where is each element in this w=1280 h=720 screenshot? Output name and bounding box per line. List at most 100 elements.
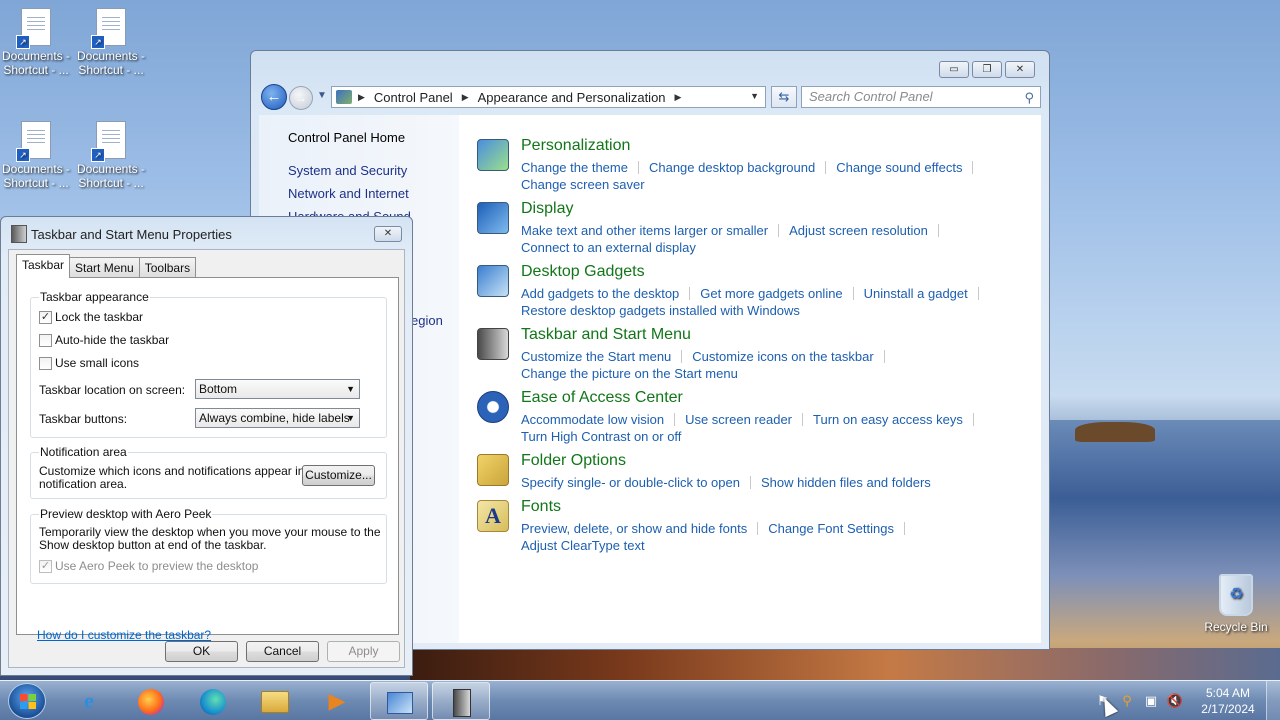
buttons-label: Taskbar buttons: <box>39 412 128 426</box>
auto-hide-checkbox[interactable]: Auto-hide the taskbar <box>39 333 169 347</box>
nav-system-and-security[interactable]: System and Security <box>288 163 407 178</box>
search-icon[interactable]: ⚲ <box>1024 88 1034 108</box>
link-add-gadgets[interactable]: Add gadgets to the desktop <box>521 286 679 301</box>
taskbar-buttons-select[interactable]: Always combine, hide labels ▼ <box>195 408 360 428</box>
category-title[interactable]: Personalization <box>521 137 630 155</box>
breadcrumb-chevron-icon[interactable]: ▶ <box>675 92 682 103</box>
link-change-start-picture[interactable]: Change the picture on the Start menu <box>521 366 738 381</box>
taskbar-location-select[interactable]: Bottom ▼ <box>195 379 360 399</box>
link-change-sound-effects[interactable]: Change sound effects <box>836 160 962 175</box>
link-change-theme[interactable]: Change the theme <box>521 160 628 175</box>
display-icon <box>477 202 509 234</box>
breadcrumb-chevron-icon[interactable]: ▶ <box>462 92 469 103</box>
taskbar-properties-window[interactable] <box>432 682 490 720</box>
back-button[interactable]: ← <box>261 84 287 110</box>
chevron-down-icon: ▼ <box>346 413 355 423</box>
dialog-close-button[interactable]: ✕ <box>374 226 402 242</box>
category-title[interactable]: Taskbar and Start Menu <box>521 326 691 344</box>
desktop-icon-documents-3[interactable]: ↗ Documents - Shortcut - ... <box>0 121 72 190</box>
taskbar-properties-icon <box>11 225 27 243</box>
apply-button[interactable]: Apply <box>327 641 400 662</box>
aero-peek-checkbox[interactable]: ✓ Use Aero Peek to preview the desktop <box>39 559 258 573</box>
link-customize-taskbar-icons[interactable]: Customize icons on the taskbar <box>692 349 873 364</box>
start-button[interactable] <box>8 683 46 719</box>
minimize-button[interactable]: ▭ <box>939 61 969 78</box>
cancel-button[interactable]: Cancel <box>246 641 319 662</box>
aero-peek-group: Preview desktop with Aero Peek Temporari… <box>30 507 387 584</box>
desktop-icon-documents-4[interactable]: ↗ Documents - Shortcut - ... <box>75 121 147 190</box>
ok-button[interactable]: OK <box>165 641 238 662</box>
close-button[interactable]: ✕ <box>1005 61 1035 78</box>
checkbox-label: Lock the taskbar <box>55 310 144 324</box>
tab-taskbar[interactable]: Taskbar <box>16 254 71 278</box>
nav-control-panel-home[interactable]: Control Panel Home <box>288 130 405 145</box>
refresh-button[interactable]: ⇆ <box>771 86 797 108</box>
maximize-button[interactable]: ❐ <box>972 61 1002 78</box>
link-restore-gadgets[interactable]: Restore desktop gadgets installed with W… <box>521 303 800 318</box>
chevron-down-icon: ▼ <box>346 384 355 394</box>
nav-region-partial[interactable]: egion <box>411 313 443 328</box>
breadcrumb-appearance[interactable]: Appearance and Personalization <box>478 90 666 105</box>
category-title[interactable]: Fonts <box>521 498 561 516</box>
taskbar-firefox[interactable] <box>122 682 180 720</box>
link-low-vision[interactable]: Accommodate low vision <box>521 412 664 427</box>
taskbar-control-panel[interactable] <box>370 682 428 720</box>
tab-start-menu[interactable]: Start Menu <box>69 257 140 278</box>
show-desktop-button[interactable] <box>1266 681 1280 720</box>
breadcrumb-control-panel[interactable]: Control Panel <box>374 90 453 105</box>
link-easy-access-keys[interactable]: Turn on easy access keys <box>813 412 963 427</box>
taskbar-edge[interactable] <box>184 682 242 720</box>
link-change-font-settings[interactable]: Change Font Settings <box>768 521 894 536</box>
media-player-icon: ▶ <box>328 688 346 713</box>
link-change-desktop-background[interactable]: Change desktop background <box>649 160 815 175</box>
taskbar-properties-icon <box>447 687 477 718</box>
category-title[interactable]: Display <box>521 200 573 218</box>
link-change-screen-saver[interactable]: Change screen saver <box>521 177 645 192</box>
category-title[interactable]: Folder Options <box>521 452 626 470</box>
link-adjust-cleartype[interactable]: Adjust ClearType text <box>521 538 645 553</box>
taskbar-file-explorer[interactable] <box>246 682 304 720</box>
ease-of-access-icon <box>477 391 509 423</box>
help-link[interactable]: How do I customize the taskbar? <box>37 628 211 642</box>
clock-time: 5:04 AM <box>1205 686 1251 700</box>
desktop-icon-recycle-bin[interactable]: Recycle Bin <box>1200 574 1272 634</box>
nav-network-and-internet[interactable]: Network and Internet <box>288 186 409 201</box>
category-list: Personalization Change the theme Change d… <box>459 115 1041 643</box>
link-connect-external-display[interactable]: Connect to an external display <box>521 240 696 255</box>
link-preview-fonts[interactable]: Preview, delete, or show and hide fonts <box>521 521 747 536</box>
dialog-content: Taskbar Start Menu Toolbars Taskbar appe… <box>8 249 405 668</box>
desktop-icon-documents-1[interactable]: ↗ Documents - Shortcut - ... <box>0 8 72 77</box>
category-title[interactable]: Ease of Access Center <box>521 389 683 407</box>
network-icon[interactable]: ▣ <box>1142 692 1160 710</box>
customize-button[interactable]: Customize... <box>302 465 375 486</box>
category-links: Customize the Start menu Customize icons … <box>521 348 1021 382</box>
link-screen-reader[interactable]: Use screen reader <box>685 412 792 427</box>
desktop-icon-label: Documents - Shortcut - ... <box>76 49 146 77</box>
volume-muted-icon[interactable]: 🔇 <box>1166 692 1184 710</box>
address-bar[interactable]: ▶ Control Panel ▶ Appearance and Persona… <box>331 86 766 108</box>
link-uninstall-gadget[interactable]: Uninstall a gadget <box>864 286 968 301</box>
link-adjust-screen-resolution[interactable]: Adjust screen resolution <box>789 223 928 238</box>
taskbar-internet-explorer[interactable]: e <box>60 682 118 720</box>
link-customize-start-menu[interactable]: Customize the Start menu <box>521 349 671 364</box>
recycle-bin-icon <box>1219 574 1253 616</box>
recent-pages-dropdown[interactable]: ▼ <box>317 90 327 101</box>
link-get-more-gadgets[interactable]: Get more gadgets online <box>700 286 842 301</box>
small-icons-checkbox[interactable]: Use small icons <box>39 356 139 370</box>
category-links: Preview, delete, or show and hide fonts C… <box>521 520 1021 554</box>
search-input[interactable]: Search Control Panel ⚲ <box>801 86 1041 108</box>
address-dropdown-icon[interactable]: ▼ <box>750 91 759 101</box>
link-make-text-larger[interactable]: Make text and other items larger or smal… <box>521 223 768 238</box>
breadcrumb-chevron-icon[interactable]: ▶ <box>358 92 365 103</box>
system-clock[interactable]: 5:04 AM 2/17/2024 <box>1196 685 1260 717</box>
desktop-icon-documents-2[interactable]: ↗ Documents - Shortcut - ... <box>75 8 147 77</box>
lock-taskbar-checkbox[interactable]: ✓ Lock the taskbar <box>39 310 143 324</box>
link-single-double-click[interactable]: Specify single- or double-click to open <box>521 475 740 490</box>
link-high-contrast[interactable]: Turn High Contrast on or off <box>521 429 681 444</box>
link-show-hidden-files[interactable]: Show hidden files and folders <box>761 475 931 490</box>
category-title[interactable]: Desktop Gadgets <box>521 263 645 281</box>
tab-toolbars[interactable]: Toolbars <box>138 257 197 278</box>
taskbar-media-player[interactable]: ▶ <box>308 682 366 720</box>
forward-button[interactable]: → <box>289 86 313 110</box>
search-icon[interactable]: ⚲ <box>1118 692 1136 710</box>
